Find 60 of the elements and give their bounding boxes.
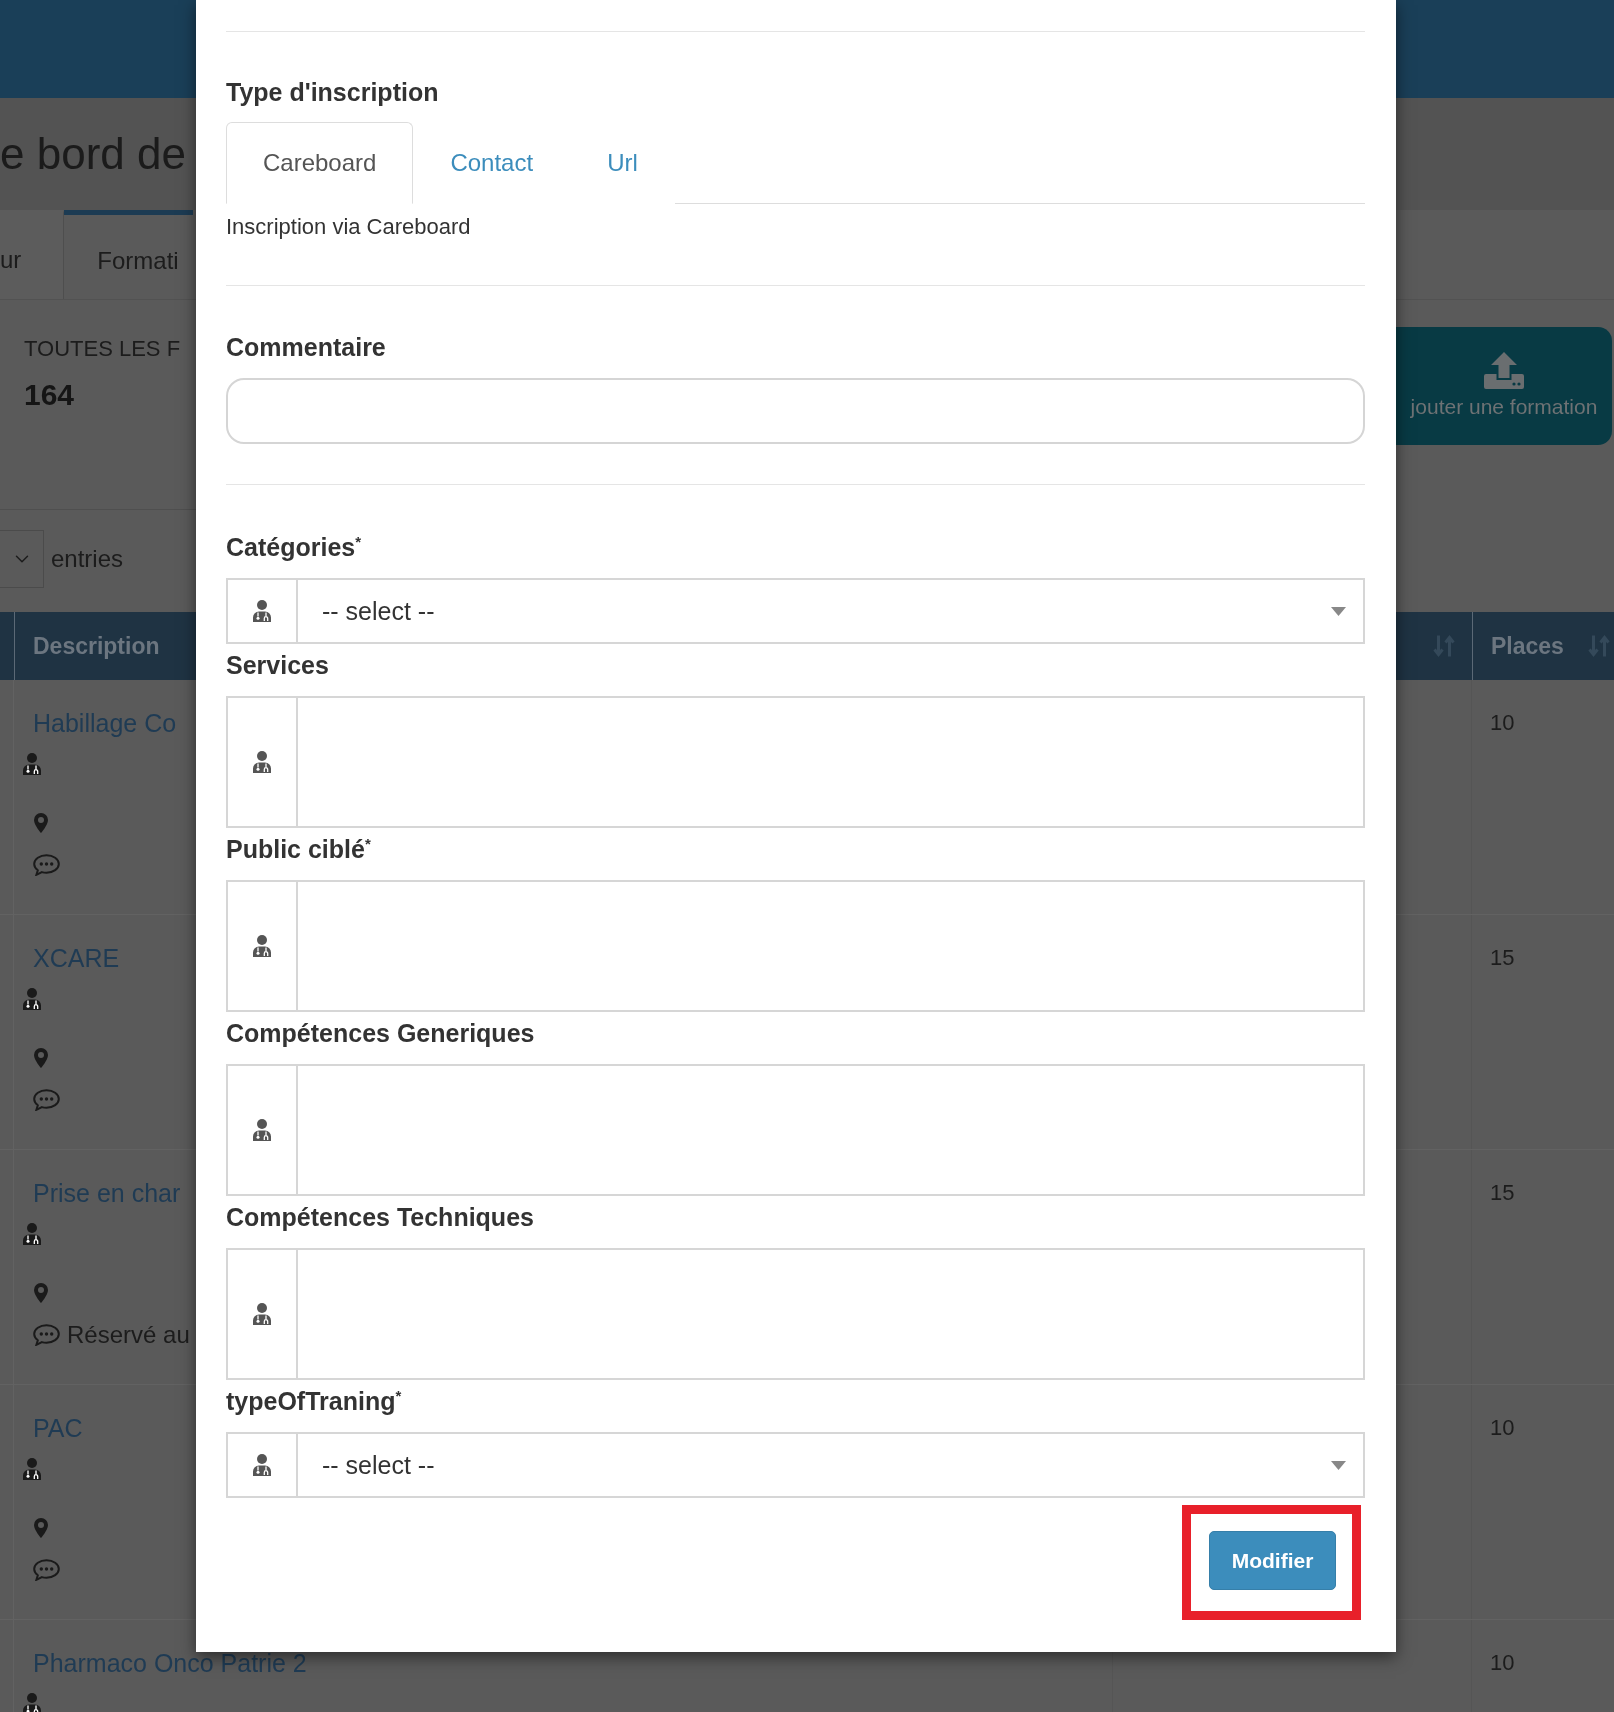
entries-label: entries bbox=[51, 544, 124, 574]
doctor-icon bbox=[22, 753, 42, 775]
places-count: 10 bbox=[1490, 1650, 1515, 1675]
multiselect-field[interactable] bbox=[226, 696, 1365, 828]
tab[interactable]: ur bbox=[0, 210, 65, 299]
multiselect-field[interactable] bbox=[226, 880, 1365, 1012]
multiselect-field[interactable] bbox=[226, 1064, 1365, 1196]
training-title-link[interactable]: PAC bbox=[33, 1413, 83, 1443]
field-label: Compétences Generiques bbox=[226, 1018, 535, 1048]
section-heading: Type d'inscription bbox=[226, 77, 439, 107]
doctor-icon bbox=[22, 988, 42, 1010]
field-label: typeOfTraning$^{*}$ bbox=[226, 1386, 402, 1416]
select-field[interactable]: -- select -- bbox=[226, 578, 1365, 644]
places-count: 15 bbox=[1490, 945, 1515, 970]
doctor-icon bbox=[252, 935, 272, 957]
comment-text: Réservé au bbox=[67, 1321, 190, 1349]
field-label: Catégories$^{*}$ bbox=[226, 532, 362, 562]
stat-value: 164 bbox=[24, 377, 75, 413]
training-title-link[interactable]: Pharmaco Onco Patrie 2 bbox=[33, 1648, 307, 1678]
upload-icon bbox=[1484, 352, 1524, 389]
training-title-link[interactable]: XCARE bbox=[33, 943, 120, 973]
add-training-button[interactable]: jouter une formation bbox=[1396, 327, 1612, 445]
doctor-icon bbox=[252, 751, 272, 773]
modifier-button[interactable]: Modifier bbox=[1209, 1531, 1336, 1590]
tab[interactable]: Careboard bbox=[226, 122, 414, 204]
select-field[interactable]: -- select -- bbox=[226, 1432, 1365, 1498]
doctor-icon bbox=[22, 1223, 42, 1245]
location-pin-icon bbox=[34, 1518, 48, 1538]
doctor-icon bbox=[252, 1119, 272, 1141]
comment-input[interactable] bbox=[226, 378, 1365, 444]
field-label: Public ciblé$^{*}$ bbox=[226, 834, 371, 864]
places-count: 10 bbox=[1490, 1415, 1515, 1440]
caret-icon bbox=[1331, 606, 1346, 616]
stat-label: TOUTES LES F bbox=[24, 336, 181, 362]
column-header[interactable]: Description bbox=[33, 632, 160, 660]
training-title-link[interactable]: Habillage Co bbox=[33, 708, 177, 738]
location-pin-icon bbox=[34, 1283, 48, 1303]
training-title-link[interactable]: Prise en char bbox=[33, 1178, 181, 1208]
speech-bubble-icon bbox=[33, 854, 60, 876]
speech-bubble-icon bbox=[33, 1559, 60, 1581]
field-label: Commentaire bbox=[226, 332, 386, 362]
help-text: Inscription via Careboard bbox=[226, 214, 471, 240]
places-count: 15 bbox=[1490, 1180, 1515, 1205]
page-length-select[interactable] bbox=[0, 530, 44, 588]
doctor-icon bbox=[22, 1693, 42, 1712]
location-pin-icon bbox=[34, 1048, 48, 1068]
speech-bubble-icon bbox=[33, 1089, 60, 1111]
doctor-icon bbox=[252, 1454, 272, 1476]
doctor-icon bbox=[252, 1303, 272, 1325]
doctor-icon bbox=[22, 1458, 42, 1480]
caret-icon bbox=[1331, 1460, 1346, 1470]
speech-bubble-icon bbox=[33, 1324, 60, 1346]
field-label: Compétences Techniques bbox=[226, 1202, 534, 1232]
page-title: e bord de bbox=[0, 128, 186, 180]
column-header[interactable]: Places bbox=[1491, 632, 1564, 660]
field-label: Services bbox=[226, 650, 329, 680]
multiselect-field[interactable] bbox=[226, 1248, 1365, 1380]
location-pin-icon bbox=[34, 813, 48, 833]
doctor-icon bbox=[252, 600, 272, 622]
places-count: 10 bbox=[1490, 710, 1515, 735]
